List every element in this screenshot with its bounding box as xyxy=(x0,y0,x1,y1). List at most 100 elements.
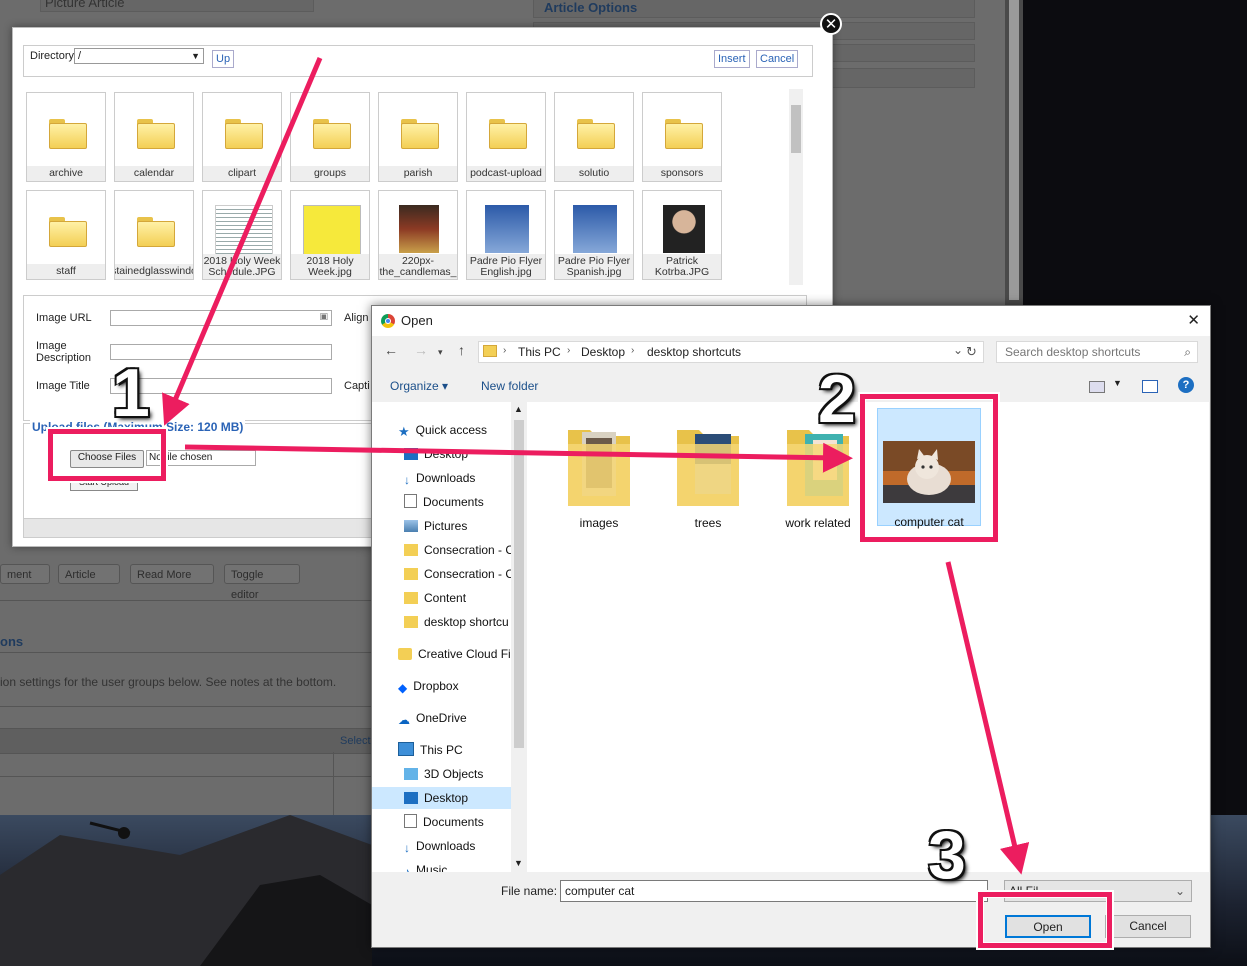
image-tile[interactable]: 220px-the_candlemas_ xyxy=(378,190,458,280)
folder-tile[interactable]: groups xyxy=(290,92,370,182)
folder-tile[interactable]: archive xyxy=(26,92,106,182)
step2-number: 2 xyxy=(818,361,856,437)
download-icon: ↓ xyxy=(404,841,410,855)
folder-tile[interactable]: calendar xyxy=(114,92,194,182)
image-tile[interactable]: Patrick Kotrba.JPG xyxy=(642,190,722,280)
sidebar-item-desktop-selected[interactable]: Desktop xyxy=(372,787,526,809)
dropbox-icon: ◆ xyxy=(398,681,408,695)
sidebar-item-pictures[interactable]: Pictures xyxy=(372,515,526,537)
organize-button[interactable]: Organize ▾ xyxy=(390,379,448,393)
sidebar-item-folder[interactable]: Consecration - C xyxy=(372,539,526,561)
sidebar-item-folder[interactable]: Content xyxy=(372,587,526,609)
schedule-thumbnail xyxy=(215,205,273,255)
computer-icon xyxy=(398,742,414,756)
download-icon: ↓ xyxy=(404,473,410,487)
folder-tile[interactable]: solutio xyxy=(554,92,634,182)
back-arrow-icon[interactable]: ← xyxy=(384,342,398,358)
insert-button[interactable]: Insert xyxy=(714,50,750,68)
new-folder-button[interactable]: New folder xyxy=(481,379,538,393)
folder-tile[interactable]: clipart xyxy=(202,92,282,182)
step1-highlight-box xyxy=(48,429,166,481)
folder-tile[interactable]: podcast-upload xyxy=(466,92,546,182)
sidebar-item-folder[interactable]: Consecration - C xyxy=(372,563,526,585)
folder-tile[interactable]: staff xyxy=(26,190,106,280)
breadcrumb-desktop[interactable]: Desktop xyxy=(581,345,625,359)
sidebar-item-this-pc[interactable]: This PC xyxy=(372,739,526,761)
scrollbar-thumb[interactable] xyxy=(514,420,524,748)
folder-icon xyxy=(677,430,739,506)
image-tile[interactable]: Padre Pio Flyer Spanish.jpg xyxy=(554,190,634,280)
file-item-images[interactable]: images xyxy=(553,416,645,536)
sidebar-item-folder[interactable]: desktop shortcu xyxy=(372,611,526,633)
image-url-label: Image URL xyxy=(36,312,92,324)
image-url-input[interactable]: ▣ xyxy=(110,310,332,326)
sidebar-item-downloads[interactable]: ↓ Downloads xyxy=(372,467,526,489)
scroll-up-icon[interactable]: ▲ xyxy=(514,404,523,414)
sidebar-item-creative-cloud[interactable]: Creative Cloud Fil xyxy=(372,643,526,665)
chevron-down-icon[interactable]: ⌄ xyxy=(953,343,963,357)
directory-select[interactable]: / ▼ xyxy=(74,48,204,64)
search-input[interactable]: Search desktop shortcuts ⌕ xyxy=(996,341,1198,363)
sidebar-item-3d-objects[interactable]: 3D Objects xyxy=(372,763,526,785)
tile-label: Padre Pio Flyer English.jpg xyxy=(467,254,545,279)
file-name-label: File name: xyxy=(501,884,558,898)
sidebar-item-documents[interactable]: Documents xyxy=(372,491,526,513)
grid-scrollbar[interactable] xyxy=(789,89,803,285)
cancel-button[interactable]: Cancel xyxy=(1105,915,1191,938)
folder-icon xyxy=(483,345,497,357)
folder-icon xyxy=(568,430,630,506)
recent-dropdown-icon[interactable]: ▾ xyxy=(438,347,443,358)
folder-tile[interactable]: sponsors xyxy=(642,92,722,182)
breadcrumb-desktop-shortcuts[interactable]: desktop shortcuts xyxy=(647,345,741,359)
file-name-input[interactable]: computer cat xyxy=(560,880,988,902)
up-button[interactable]: Up xyxy=(212,50,235,68)
address-bar[interactable]: › This PC › Desktop › desktop shortcuts … xyxy=(478,341,984,363)
scroll-down-icon[interactable]: ▼ xyxy=(514,858,523,868)
sidebar-item-quick-access[interactable]: ★ Quick access xyxy=(372,419,526,441)
dialog-titlebar: Open ✕ xyxy=(372,306,1210,336)
navigation-scrollbar[interactable]: ▲ ▼ xyxy=(511,402,527,872)
caption-label: Capti xyxy=(344,380,370,392)
close-icon[interactable]: ✕ xyxy=(1187,311,1200,329)
folder-tile[interactable]: stainedglasswindo xyxy=(114,190,194,280)
folder-tile[interactable]: parish xyxy=(378,92,458,182)
help-icon[interactable]: ? xyxy=(1178,377,1194,393)
forward-arrow-icon[interactable]: → xyxy=(414,342,428,358)
image-tile[interactable]: 2018 Holy Week.jpg xyxy=(290,190,370,280)
file-item-trees[interactable]: trees xyxy=(662,416,754,536)
folder-icon xyxy=(401,119,439,149)
tile-label: sponsors xyxy=(643,166,721,181)
sidebar-item-onedrive[interactable]: ☁ OneDrive xyxy=(372,707,526,729)
portrait-thumbnail xyxy=(663,205,705,253)
close-icon[interactable]: ✕ xyxy=(820,13,842,35)
cancel-button[interactable]: Cancel xyxy=(756,50,799,68)
folder-icon xyxy=(313,119,351,149)
image-tile[interactable]: 2018 Holy Week Schedule.JPG xyxy=(202,190,282,280)
breadcrumb-separator-icon: › xyxy=(631,345,635,356)
sidebar-item-documents[interactable]: Documents xyxy=(372,811,526,833)
sidebar-item-music[interactable]: ♪ Music xyxy=(372,859,526,872)
preview-pane-icon[interactable] xyxy=(1142,380,1158,393)
chevron-down-icon[interactable]: ▼ xyxy=(1113,378,1122,388)
article-options-panel: Article Options xyxy=(533,0,975,18)
document-icon xyxy=(404,814,417,828)
refresh-icon[interactable]: ↻ xyxy=(966,344,977,360)
up-arrow-icon[interactable]: ↑ xyxy=(458,342,465,358)
bg-title-field: Picture Article xyxy=(40,0,314,12)
step2-highlight-box xyxy=(860,394,998,542)
sidebar-item-dropbox[interactable]: ◆ Dropbox xyxy=(372,675,526,697)
folder-icon xyxy=(665,119,703,149)
star-icon: ★ xyxy=(398,424,410,439)
tile-label: archive xyxy=(27,166,105,181)
image-title-label: Image Title xyxy=(36,380,90,392)
image-description-label: Image Description xyxy=(36,340,92,364)
view-options-icon[interactable] xyxy=(1089,381,1105,393)
breadcrumb-this-pc[interactable]: This PC xyxy=(518,345,561,359)
sidebar-item-downloads[interactable]: ↓ Downloads xyxy=(372,835,526,857)
breadcrumb-separator-icon: › xyxy=(503,345,507,356)
sidebar-item-desktop[interactable]: Desktop xyxy=(372,443,526,465)
folder-icon xyxy=(404,616,418,628)
folder-icon xyxy=(225,119,263,149)
scrollbar-thumb[interactable] xyxy=(791,105,801,153)
image-tile[interactable]: Padre Pio Flyer English.jpg xyxy=(466,190,546,280)
